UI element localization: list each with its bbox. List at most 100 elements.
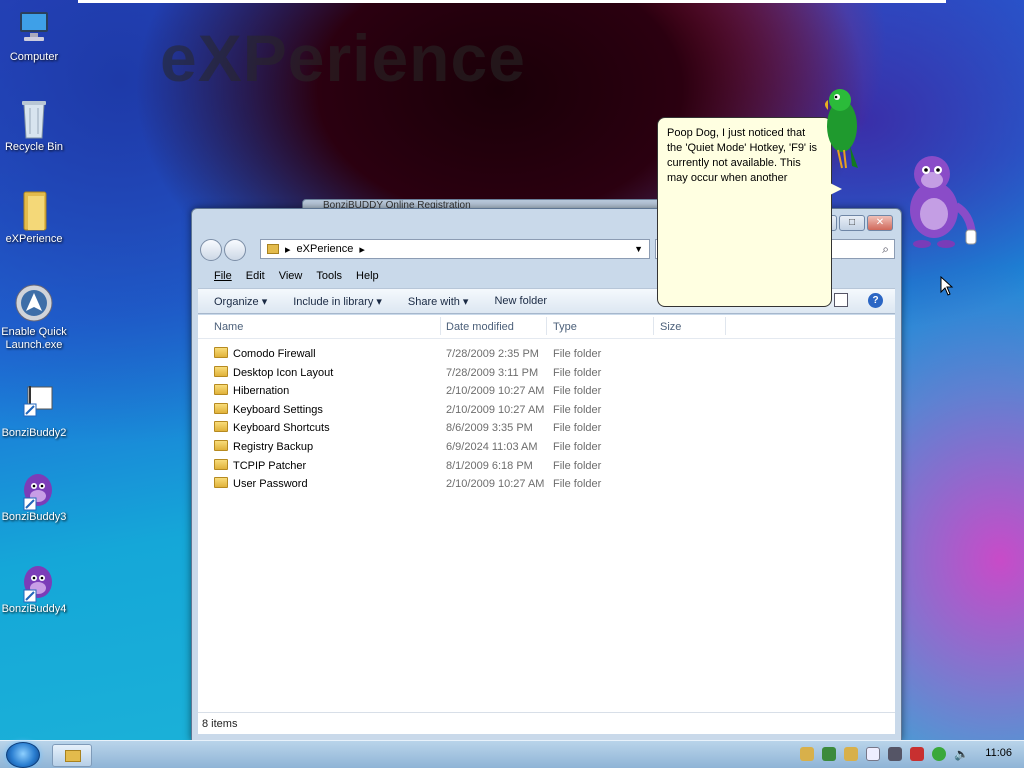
- organize-label: Organize: [214, 295, 259, 308]
- table-row[interactable]: Keyboard Shortcuts 8/6/2009 3:35 PM File f…: [214, 419, 734, 437]
- bonzi-head-icon: [14, 560, 54, 603]
- taskbar-explorer-button[interactable]: [52, 744, 92, 767]
- folder-icon: [214, 403, 228, 414]
- file-type: File folder: [553, 385, 602, 397]
- menu-edit[interactable]: Edit: [246, 270, 265, 282]
- menu-tools[interactable]: Tools: [316, 270, 342, 282]
- tray-network-icon[interactable]: [888, 747, 902, 761]
- new-folder-button[interactable]: New folder: [494, 295, 547, 307]
- folder-icon: [214, 459, 228, 470]
- back-button[interactable]: [200, 239, 222, 261]
- desktop-icon-quick-launch[interactable]: Enable Quick Launch.exe: [0, 283, 70, 352]
- help-icon[interactable]: ?: [868, 293, 883, 308]
- bonzi-gorilla-character[interactable]: [900, 150, 980, 250]
- folder-icon: [214, 421, 228, 432]
- file-date: 2/10/2009 10:27 AM: [446, 478, 545, 490]
- address-dropdown-icon[interactable]: ▼: [634, 244, 643, 254]
- tray-user-icon[interactable]: [822, 747, 836, 761]
- desktop-icon-label: BonziBuddy3: [1, 511, 67, 523]
- volume-icon[interactable]: 🔈: [954, 747, 969, 761]
- table-row[interactable]: Registry Backup 6/9/2024 11:03 AM File fol…: [214, 438, 734, 456]
- status-bar: 8 items: [198, 712, 895, 734]
- column-date-modified[interactable]: Date modified: [446, 321, 514, 333]
- menu-file[interactable]: File: [214, 270, 232, 282]
- address-path: eXPerience: [296, 243, 354, 255]
- toolbar-right-icons: ?: [834, 293, 883, 308]
- desktop-icon-label: eXPerience: [5, 233, 63, 245]
- table-row[interactable]: Desktop Icon Layout 7/28/2009 3:11 PM File…: [214, 364, 734, 382]
- file-type: File folder: [553, 367, 602, 379]
- desktop-icon-recycle-bin[interactable]: Recycle Bin: [0, 98, 70, 154]
- folder-icon: [214, 440, 228, 451]
- mouse-cursor-icon: [940, 276, 954, 296]
- include-in-library-button[interactable]: Include in library ▾: [293, 295, 382, 308]
- quick-launch-icon: [14, 283, 54, 323]
- tray-app-icon[interactable]: [844, 747, 858, 761]
- tray-security-icon[interactable]: [910, 747, 924, 761]
- balloon-text: Poop Dog, I just noticed that the 'Quiet…: [667, 127, 818, 184]
- flag-icon: [14, 384, 54, 424]
- desktop-icon-label: BonziBuddy2: [1, 427, 67, 439]
- share-with-button[interactable]: Share with ▾: [408, 295, 469, 308]
- file-type: File folder: [553, 348, 602, 360]
- chevron-right-icon[interactable]: ▸: [359, 243, 365, 256]
- file-type: File folder: [553, 422, 602, 434]
- desktop-icon-computer[interactable]: Computer: [0, 8, 70, 64]
- computer-icon: [14, 8, 54, 48]
- tray-app-icon[interactable]: [800, 747, 814, 761]
- close-button[interactable]: ✕: [867, 215, 893, 231]
- column-size[interactable]: Size: [660, 321, 681, 333]
- chevron-right-icon: ▸: [285, 243, 291, 256]
- taskbar-clock[interactable]: 11:06: [985, 747, 1012, 759]
- desktop-icon-label: Computer: [9, 51, 59, 63]
- folder-icon: [214, 384, 228, 395]
- table-row[interactable]: Comodo Firewall 7/28/2009 2:35 PM File fol…: [214, 345, 734, 363]
- forward-button[interactable]: [224, 239, 246, 261]
- file-date: 2/10/2009 10:27 AM: [446, 385, 545, 397]
- system-tray: 🔈: [800, 747, 969, 761]
- start-button[interactable]: [6, 742, 40, 768]
- desktop-icon-bonzibuddy4[interactable]: BonziBuddy4: [0, 560, 70, 616]
- menu-help[interactable]: Help: [356, 270, 379, 282]
- file-name: Keyboard Shortcuts: [233, 422, 330, 434]
- desktop-icon-bonzibuddy2[interactable]: BonziBuddy2: [0, 384, 70, 440]
- file-date: 7/28/2009 2:35 PM: [446, 348, 539, 360]
- maximize-button[interactable]: □: [839, 215, 865, 231]
- organize-button[interactable]: Organize ▾: [214, 295, 267, 308]
- column-header-row: Name Date modified Type Size: [198, 315, 895, 339]
- table-row[interactable]: User Password 2/10/2009 10:27 AM File fold…: [214, 475, 734, 493]
- file-type: File folder: [553, 404, 602, 416]
- file-name: Hibernation: [233, 385, 290, 397]
- file-list-pane[interactable]: Name Date modified Type Size Comodo Fire…: [198, 315, 895, 712]
- recycle-bin-icon: [14, 98, 54, 139]
- wallpaper-watermark: eXPerience: [160, 21, 526, 95]
- file-name: Comodo Firewall: [233, 348, 316, 360]
- parrot-character[interactable]: [818, 86, 864, 176]
- file-date: 2/10/2009 10:27 AM: [446, 404, 545, 416]
- balloon-tail: [830, 183, 842, 195]
- preview-pane-icon[interactable]: [834, 293, 848, 307]
- speech-balloon[interactable]: Poop Dog, I just noticed that the 'Quiet…: [657, 117, 832, 307]
- desktop-icon-bonzibuddy3[interactable]: BonziBuddy3: [0, 468, 70, 524]
- tray-status-icon[interactable]: [932, 747, 946, 761]
- folder-icon: [214, 477, 228, 488]
- table-row[interactable]: TCPIP Patcher 8/1/2009 6:18 PM File folder: [214, 457, 734, 475]
- desktop-icon-experience[interactable]: eXPerience: [0, 190, 70, 246]
- file-date: 6/9/2024 11:03 AM: [446, 441, 538, 453]
- folder-icon: [65, 750, 81, 762]
- tray-document-icon[interactable]: [866, 747, 880, 761]
- search-icon: ⌕: [882, 242, 889, 256]
- menu-view[interactable]: View: [279, 270, 303, 282]
- table-row[interactable]: Hibernation 2/10/2009 10:27 AM File folder: [214, 382, 734, 400]
- file-name: TCPIP Patcher: [233, 460, 307, 472]
- share-label: Share with: [407, 295, 460, 308]
- address-bar[interactable]: ▸ eXPerience ▸ ▼: [260, 239, 650, 259]
- file-name: User Password: [233, 478, 308, 490]
- column-name[interactable]: Name: [214, 321, 243, 333]
- file-type: File folder: [553, 460, 602, 472]
- table-row[interactable]: Keyboard Settings 2/10/2009 10:27 AM File …: [214, 401, 734, 419]
- item-count: 8 items: [202, 718, 238, 730]
- column-type[interactable]: Type: [553, 321, 577, 333]
- file-name: Desktop Icon Layout: [233, 367, 334, 379]
- file-name: Keyboard Settings: [233, 404, 323, 416]
